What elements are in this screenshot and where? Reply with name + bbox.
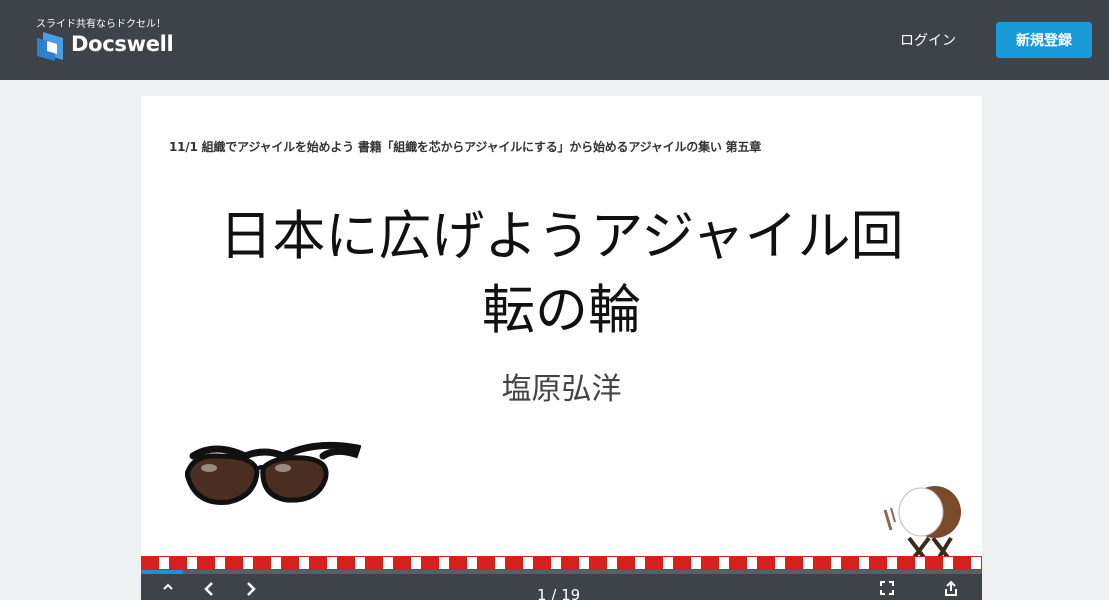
viewer-controls: 1 / 19 xyxy=(141,574,982,600)
collapse-button[interactable] xyxy=(161,580,175,597)
slide-author: 塩原弘洋 xyxy=(501,372,622,407)
prev-page-button[interactable] xyxy=(201,580,217,600)
brand-tagline: スライド共有ならドクセル！ xyxy=(36,19,166,30)
share-icon xyxy=(945,580,957,596)
slide-event-title: 11/1 組織でアジャイルを始めよう 書籍「組織を芯からアジャイルにする」から始… xyxy=(169,140,762,154)
prev-icon xyxy=(204,582,213,596)
docswell-logo-icon xyxy=(37,32,63,61)
slide-viewer[interactable]: 11/1 組織でアジャイルを始めよう 書籍「組織を芯からアジャイルにする」から始… xyxy=(141,96,982,600)
red-white-stripe-banner xyxy=(141,556,982,570)
login-link[interactable]: ログイン xyxy=(900,30,956,50)
chevron-up-icon xyxy=(163,583,173,590)
slide-title: 日本に広げようアジャイル回 転の輪 xyxy=(141,200,982,348)
next-page-button[interactable] xyxy=(243,580,259,600)
page-indicator: 1 / 19 xyxy=(537,586,581,600)
fullscreen-icon xyxy=(880,581,894,595)
brand-name: Docswell xyxy=(71,32,174,56)
share-button[interactable] xyxy=(943,580,959,600)
fullscreen-button[interactable] xyxy=(879,580,895,599)
slide-title-line-1: 日本に広げようアジャイル回 xyxy=(219,206,904,267)
next-icon xyxy=(247,582,256,596)
brand-logo[interactable]: スライド共有ならドクセル！ Docswell xyxy=(33,14,183,64)
signup-button[interactable]: 新規登録 xyxy=(996,22,1092,58)
sunglasses-illustration xyxy=(185,441,361,505)
slide-title-line-2: 転の輪 xyxy=(482,280,641,341)
top-navigation-bar: スライド共有ならドクセル！ Docswell ログイン 新規登録 xyxy=(0,0,1109,80)
